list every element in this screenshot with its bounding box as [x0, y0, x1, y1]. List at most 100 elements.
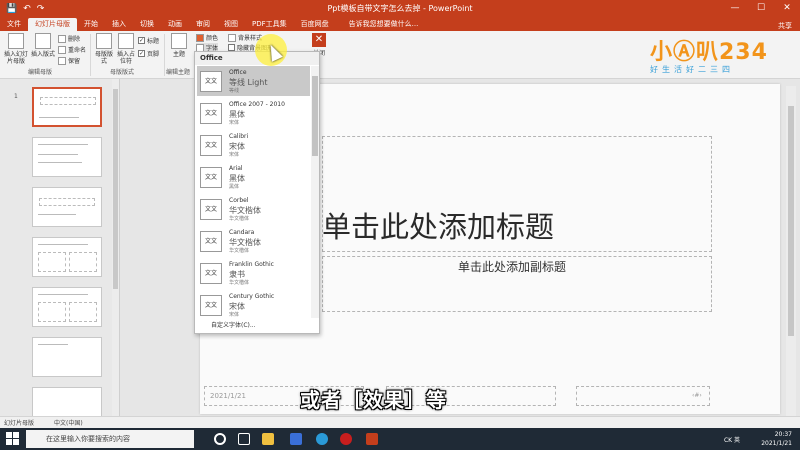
scrollbar-thumb[interactable] [113, 89, 118, 289]
font-preview-icon: 文文 [200, 103, 222, 124]
share-button[interactable]: 共享 [778, 21, 800, 31]
master-layout-button[interactable]: 母版版式 [93, 33, 115, 65]
logo-tagline: 好生活好二三四 [650, 65, 734, 74]
video-caption: 或者［效果］等 [300, 388, 447, 412]
start-tile [6, 432, 12, 438]
close-x-icon: ✕ [314, 34, 324, 45]
thumbnail-number: 1 [14, 93, 18, 100]
slide-scrollbar[interactable] [786, 86, 796, 416]
windows-start-icon[interactable] [6, 432, 19, 445]
font-option-arial[interactable]: 文文 Arial 黑体 黑体 [197, 162, 310, 192]
status-bar: 幻灯片母版 中文(中国) [0, 416, 800, 428]
font-preview-icon: 文文 [200, 231, 222, 252]
font-option-calibri[interactable]: 文文 Calibri 宋体 宋体 [197, 130, 310, 160]
tab-animations[interactable]: 动画 [161, 18, 189, 31]
rename-icon [58, 45, 66, 54]
insert-layout-button[interactable]: 插入版式 [30, 33, 56, 58]
tab-home[interactable]: 开始 [77, 18, 105, 31]
background-styles-icon [228, 33, 236, 42]
tab-insert[interactable]: 插入 [105, 18, 133, 31]
footer-number-text: ‹#› [692, 392, 702, 399]
font-preview-icon: 文文 [200, 263, 222, 284]
slide-subtitle-text: 单击此处添加副标题 [457, 260, 566, 274]
master-layout-icon [96, 33, 112, 49]
preserve-button[interactable]: 保留 [58, 56, 80, 65]
slide-thumbnail-panel: 1 [0, 79, 120, 427]
thumb-title-placeholder [40, 97, 96, 105]
font-preview-icon: 文文 [200, 295, 222, 316]
font-option-century-gothic[interactable]: 文文 Century Gothic 宋体 宋体 [197, 290, 310, 320]
group-edit-theme-label: 编辑主题 [166, 69, 191, 76]
title-checkbox[interactable]: ✓ 标题 [138, 36, 159, 45]
customize-fonts-item[interactable]: 自定义字体(C)... [211, 320, 256, 329]
rename-button[interactable]: 重命名 [58, 45, 86, 54]
colors-button[interactable]: 颜色 [196, 33, 218, 42]
scrollbar-thumb[interactable] [788, 106, 794, 336]
group-edit-master-label: 编辑母版 [28, 69, 53, 76]
tab-transitions[interactable]: 切换 [133, 18, 161, 31]
font-option-candara[interactable]: 文文 Candara 华文楷体 华文楷体 [197, 226, 310, 256]
thumbnail-scrollbar[interactable] [112, 79, 119, 416]
font-option-corbel[interactable]: 文文 Corbel 华文楷体 华文楷体 [197, 194, 310, 224]
maximize-button[interactable]: ☐ [748, 0, 774, 17]
tab-view[interactable]: 视图 [217, 18, 245, 31]
logo-brand: 小Ⓐ叭234 [650, 40, 768, 65]
recorder-icon[interactable] [340, 433, 352, 445]
status-language[interactable]: 中文(中国) [54, 418, 83, 427]
slide-number-placeholder[interactable] [576, 386, 710, 406]
tab-baidu-netdisk[interactable]: 百度网盘 [294, 18, 336, 31]
thumb-line [38, 344, 68, 345]
thumb-content-placeholder [69, 252, 97, 272]
footer-checkbox[interactable]: ✓ 页脚 [138, 49, 159, 58]
minimize-button[interactable]: — [722, 0, 748, 17]
thumbnail-master[interactable] [32, 87, 102, 127]
start-tile [13, 432, 19, 438]
thumbnail-layout[interactable] [32, 187, 102, 227]
thumb-line [38, 162, 82, 163]
clock-date: 2021/1/21 [761, 440, 792, 447]
dropdown-scrollbar[interactable] [311, 66, 319, 318]
tab-pdf-tools[interactable]: PDF工具集 [245, 18, 294, 31]
clock[interactable]: 20:37 2021/1/21 [761, 430, 792, 448]
thumbnail-layout[interactable] [32, 137, 102, 177]
preserve-icon [58, 56, 66, 65]
tab-file[interactable]: 文件 [0, 18, 28, 31]
edge-icon[interactable] [316, 433, 328, 445]
file-explorer-icon[interactable] [262, 433, 274, 445]
slide-master-icon [8, 33, 24, 49]
taskbar-search-input[interactable]: 在这里输入你要搜索的内容 [26, 430, 194, 448]
thumb-line [38, 294, 88, 295]
delete-button[interactable]: 删除 [58, 34, 80, 43]
powerpoint-icon[interactable] [366, 433, 378, 445]
window-controls: — ☐ ✕ [722, 0, 800, 17]
footer-date-text: 2021/1/21 [210, 392, 246, 400]
font-preview-icon: 文文 [200, 71, 222, 92]
close-master-view-button[interactable]: ✕ [312, 33, 326, 47]
themes-button[interactable]: 主题 [168, 33, 190, 58]
theme-icon [171, 33, 187, 49]
tab-slide-master[interactable]: 幻灯片母版 [28, 18, 77, 31]
checkbox-unchecked-icon [228, 44, 235, 51]
clock-time: 20:37 [774, 431, 792, 438]
thumb-content-placeholder [69, 302, 97, 322]
close-button[interactable]: ✕ [774, 0, 800, 17]
task-view-icon[interactable] [238, 433, 250, 445]
ribbon-separator [90, 34, 91, 76]
insert-placeholder-button[interactable]: 插入占位符 [116, 33, 136, 65]
ime-indicator[interactable]: CK 英 [724, 435, 740, 444]
scrollbar-thumb[interactable] [312, 76, 318, 156]
tab-review[interactable]: 审阅 [189, 18, 217, 31]
font-option-office-2007[interactable]: 文文 Office 2007 - 2010 黑体 宋体 [197, 98, 310, 128]
font-option-office[interactable]: 文文 Office 等线 Light 等线 [197, 66, 310, 96]
cortana-icon[interactable] [214, 433, 226, 445]
app-icon[interactable] [290, 433, 302, 445]
font-option-franklin-gothic[interactable]: 文文 Franklin Gothic 隶书 华文楷体 [197, 258, 310, 288]
insert-slide-master-button[interactable]: 插入幻灯片母版 [3, 33, 29, 65]
ribbon-tabs: 文件 幻灯片母版 开始 插入 切换 动画 审阅 视图 PDF工具集 百度网盘 告… [0, 17, 800, 31]
thumbnail-layout[interactable] [32, 337, 102, 377]
thumbnail-layout[interactable] [32, 287, 102, 327]
thumbnail-layout[interactable] [32, 237, 102, 277]
thumb-title-placeholder [39, 198, 95, 206]
slide-title-text: 单击此处添加标题 [322, 210, 555, 244]
tell-me-search[interactable]: 告诉我您想要做什么... [342, 18, 426, 31]
